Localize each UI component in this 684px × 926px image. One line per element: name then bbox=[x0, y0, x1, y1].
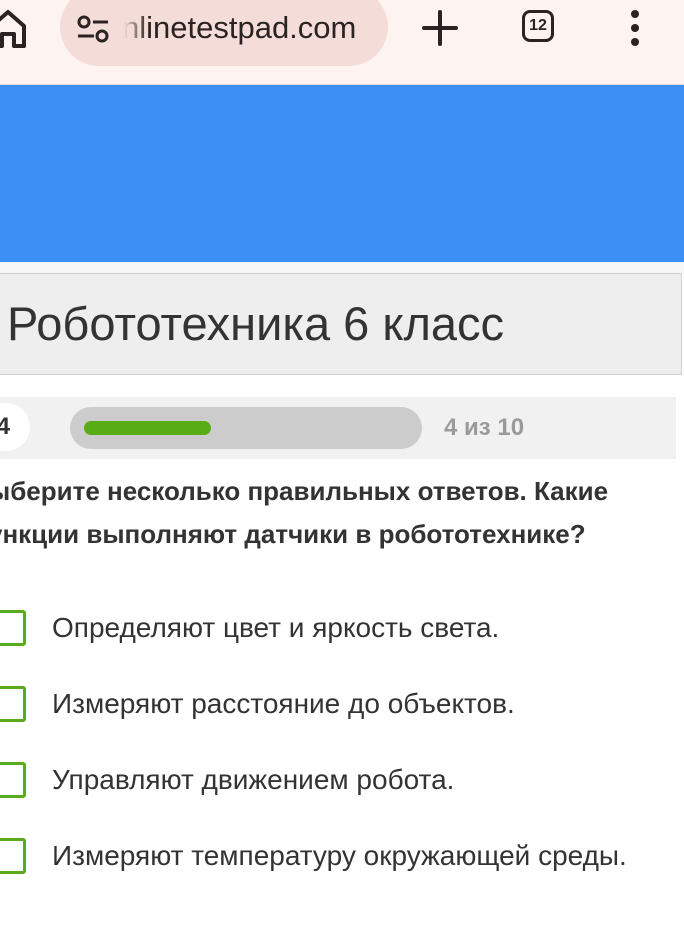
answer-checkbox[interactable] bbox=[0, 762, 26, 798]
plus-icon bbox=[422, 10, 458, 46]
progress-bar bbox=[70, 407, 422, 449]
answer-option[interactable]: Измеряют расстояние до объектов. bbox=[0, 682, 684, 726]
question-line-1: ыберите несколько правильных ответов. Ка… bbox=[0, 476, 609, 506]
question-line-2: ункции выполняют датчики в робототехнике… bbox=[0, 519, 586, 549]
question-number-badge: 4 bbox=[0, 403, 30, 451]
progress-bar-fill bbox=[84, 421, 211, 435]
answer-checkbox[interactable] bbox=[0, 610, 26, 646]
answer-option[interactable]: Измеряют температуру окружающей среды. bbox=[0, 834, 684, 878]
browser-menu-button[interactable] bbox=[620, 6, 650, 50]
question-number: 4 bbox=[0, 413, 10, 440]
more-vert-icon bbox=[631, 10, 639, 46]
answer-option[interactable]: Управляют движением робота. bbox=[0, 758, 684, 802]
test-header: Робототехника 6 класс bbox=[0, 273, 682, 375]
site-banner bbox=[0, 85, 684, 262]
question-text: ыберите несколько правильных ответов. Ка… bbox=[0, 470, 678, 556]
answer-label[interactable]: Измеряют расстояние до объектов. bbox=[52, 682, 515, 726]
tab-switcher-button[interactable]: 12 bbox=[522, 10, 554, 42]
progress-text: 4 из 10 bbox=[444, 414, 525, 441]
page-title: Робототехника 6 класс bbox=[7, 297, 505, 350]
browser-toolbar: nlinetestpad.com 12 bbox=[0, 0, 684, 85]
tune-icon bbox=[77, 15, 109, 43]
site-info-button[interactable] bbox=[76, 14, 110, 44]
progress-row: 4 4 из 10 bbox=[0, 397, 676, 459]
answer-checkbox[interactable] bbox=[0, 838, 26, 874]
banner-divider bbox=[0, 262, 684, 273]
new-tab-button[interactable] bbox=[418, 6, 462, 50]
home-button[interactable] bbox=[0, 6, 30, 50]
address-bar[interactable]: nlinetestpad.com bbox=[60, 0, 388, 66]
url-fade bbox=[118, 0, 148, 56]
home-icon bbox=[0, 10, 26, 48]
url-text[interactable]: nlinetestpad.com bbox=[122, 10, 356, 46]
answer-checkbox[interactable] bbox=[0, 686, 26, 722]
answer-label[interactable]: Определяют цвет и яркость света. bbox=[52, 606, 499, 650]
answer-option[interactable]: Определяют цвет и яркость света. bbox=[0, 606, 684, 650]
answer-label[interactable]: Измеряют температуру окружающей среды. bbox=[52, 834, 627, 878]
answer-label[interactable]: Управляют движением робота. bbox=[52, 758, 454, 802]
